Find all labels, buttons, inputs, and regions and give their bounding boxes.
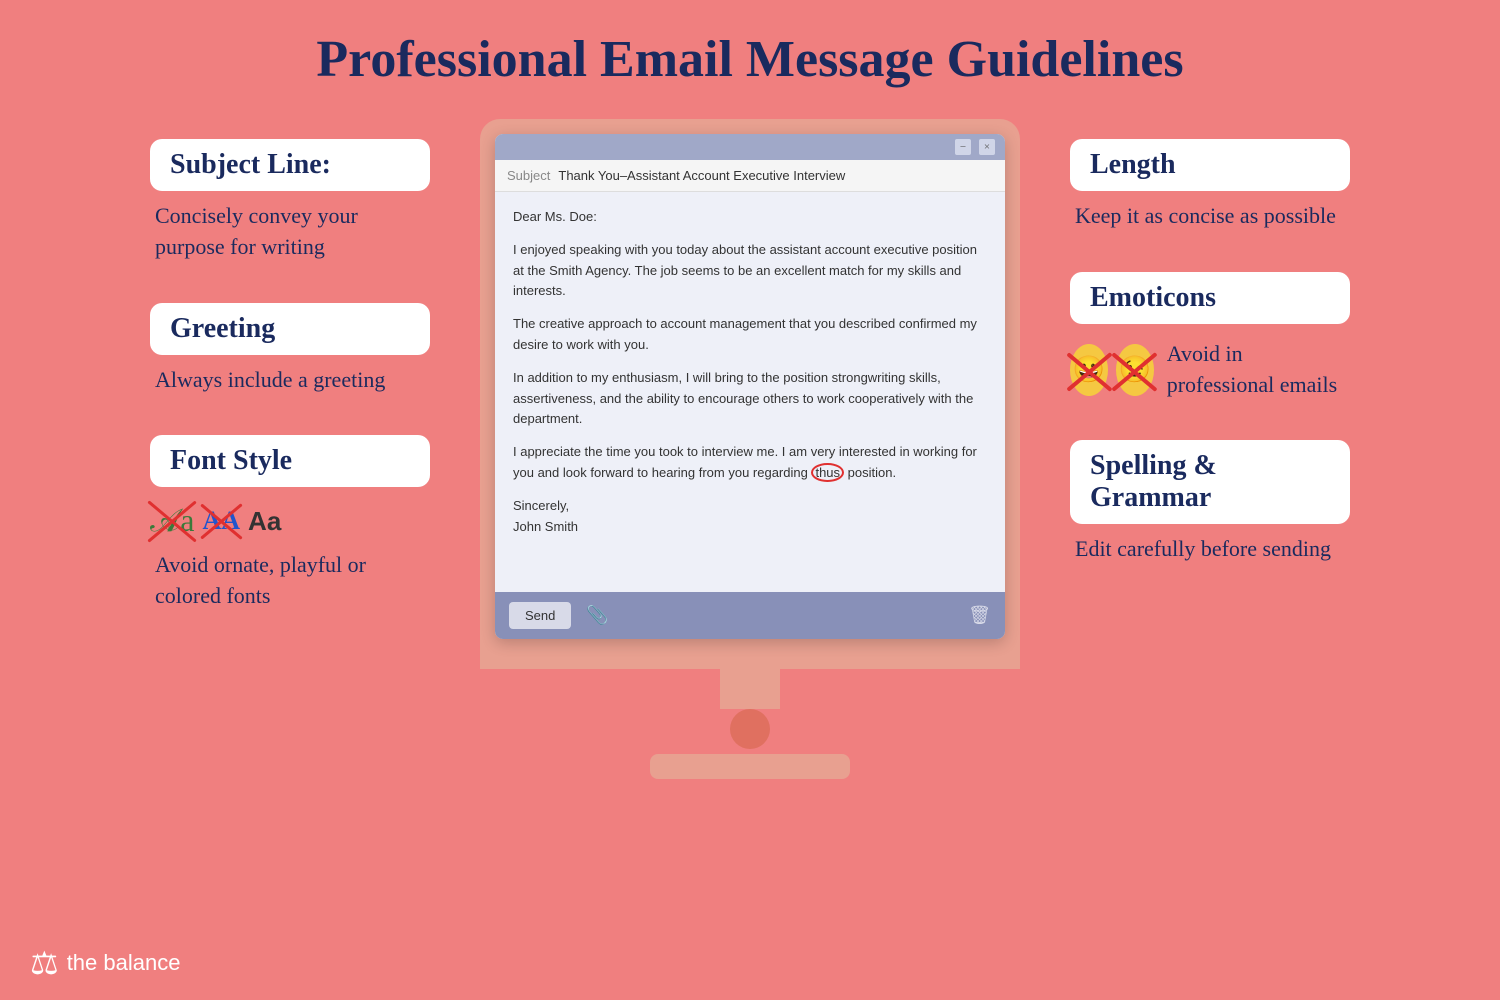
length-section: Length Keep it as concise as possible [1070,139,1350,232]
emoticons-section: Emoticons 😀 😉 Avoid in professional emai… [1070,272,1350,401]
wink-emoticon-crossed: 😉 [1116,344,1154,396]
email-para-3: In addition to my enthusiasm, I will bri… [513,368,987,430]
trash-icon: 🗑 [968,605,991,626]
balance-logo: ⚖ the balance [30,944,180,982]
emoticons-desc: Avoid in professional emails [1162,339,1350,401]
greeting-section: Greeting Always include a greeting [150,303,430,396]
subject-line-label: Subject Line: [150,139,430,191]
paperclip-icon: 📎 [586,605,608,626]
wink-face-icon: 😉 [1119,355,1151,385]
fancy-font-icon: 𝒜a [150,502,194,540]
thus-word: thus [811,463,844,482]
happy-face-icon: 😀 [1073,355,1105,385]
email-body: Dear Ms. Doe: I enjoyed speaking with yo… [495,192,1005,592]
length-desc: Keep it as concise as possible [1070,201,1350,232]
footer: ⚖ the balance [30,944,180,982]
font-style-label: Font Style [150,435,430,487]
spelling-grammar-label: Spelling & Grammar [1070,440,1350,524]
bold-font-icon: AA [202,506,240,536]
content-area: Subject Line: Concisely convey your purp… [0,109,1500,989]
email-para-2: The creative approach to account managem… [513,314,987,356]
minimize-button[interactable]: − [955,139,971,155]
happy-emoticon-crossed: 😀 [1070,344,1108,396]
subject-line-desc: Concisely convey your purpose for writin… [150,201,430,263]
subject-line-section: Subject Line: Concisely convey your purp… [150,139,430,263]
email-para-1: I enjoyed speaking with you today about … [513,240,987,302]
emoticons-row: 😀 😉 Avoid in professional emails [1070,339,1350,401]
monitor-stand-circle [730,709,770,749]
send-button[interactable]: Send [509,602,571,629]
subject-field-label: Subject [507,168,550,183]
email-para-4: I appreciate the time you took to interv… [513,442,987,484]
email-closing: Sincerely,John Smith [513,496,987,538]
emoticons-label: Emoticons [1070,272,1350,324]
normal-font-icon: Aa [248,506,281,537]
right-panel: Length Keep it as concise as possible Em… [1040,109,1380,585]
monitor-stand-neck [720,669,780,709]
greeting-label: Greeting [150,303,430,355]
close-button[interactable]: × [979,139,995,155]
monitor-screen: − × Subject Thank You–Assistant Account … [495,134,1005,639]
subject-field-value: Thank You–Assistant Account Executive In… [558,168,845,183]
email-subject-bar: Subject Thank You–Assistant Account Exec… [495,160,1005,192]
monitor-container: − × Subject Thank You–Assistant Account … [460,119,1040,779]
fancy-font-crossed-icon: 𝒜a [150,502,194,540]
greeting-desc: Always include a greeting [150,365,430,396]
font-style-section: Font Style 𝒜a AA Aa Avoid ornate, playfu… [150,435,430,612]
page-title: Professional Email Message Guidelines [0,0,1500,89]
balance-brand-name: the balance [67,950,181,976]
email-greeting: Dear Ms. Doe: [513,207,987,228]
email-titlebar: − × [495,134,1005,160]
font-icons-row: 𝒜a AA Aa [150,502,430,540]
spelling-grammar-desc: Edit carefully before sending [1070,534,1350,565]
bold-font-crossed-icon: AA [202,506,240,536]
left-panel: Subject Line: Concisely convey your purp… [120,109,460,632]
monitor-body: − × Subject Thank You–Assistant Account … [480,119,1020,669]
balance-logo-icon: ⚖ [30,944,59,982]
spelling-grammar-section: Spelling & Grammar Edit carefully before… [1070,440,1350,565]
length-label: Length [1070,139,1350,191]
email-content: Dear Ms. Doe: I enjoyed speaking with yo… [513,207,987,537]
monitor-stand-base [650,754,850,779]
font-style-desc: Avoid ornate, playful or colored fonts [150,550,430,612]
email-toolbar: Send 📎 🗑 [495,592,1005,639]
